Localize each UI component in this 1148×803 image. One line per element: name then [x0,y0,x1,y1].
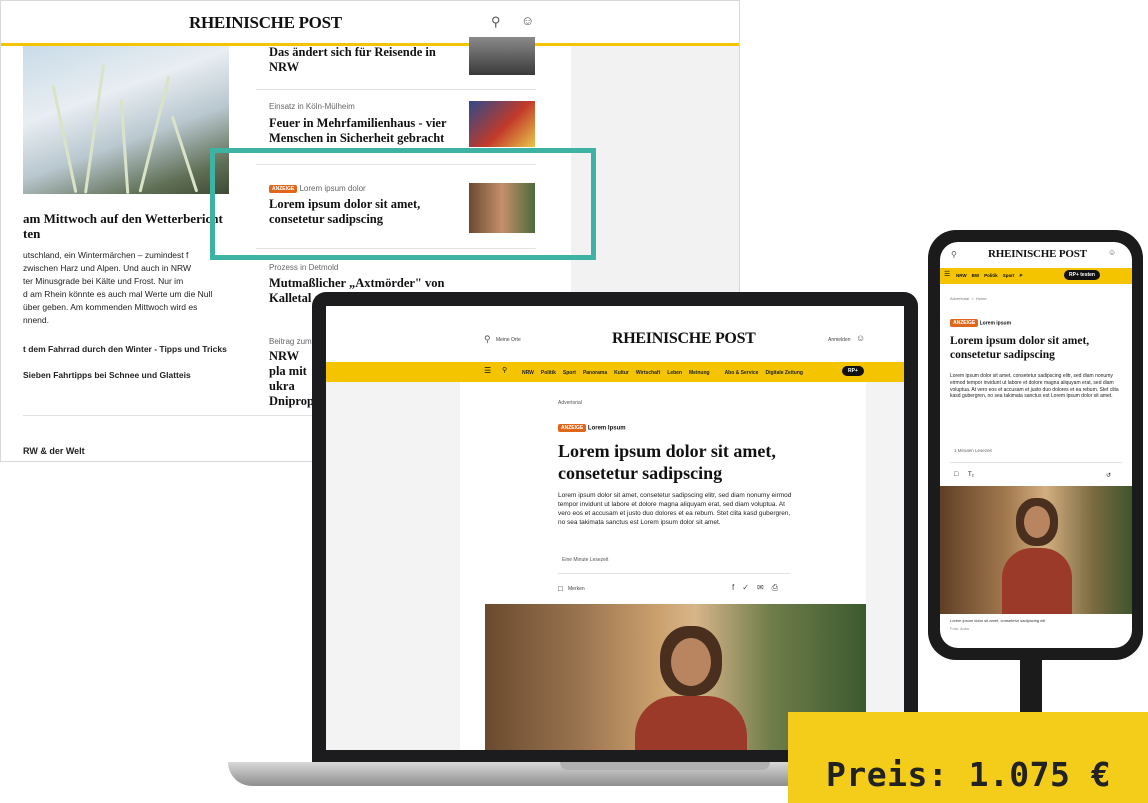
article-kicker-4: Prozess in Detmold [269,263,339,272]
text-size-icon[interactable]: T₂ [968,472,974,478]
mail-icon[interactable]: ✉ [757,583,764,593]
location-pin-icon[interactable]: ⚲ [491,14,501,30]
twitter-icon[interactable]: ✓ [742,583,749,593]
nav-meinung[interactable]: Meinung [689,370,710,376]
related-link-1[interactable]: t dem Fahrrad durch den Winter - Tipps u… [23,343,227,356]
nav-politik[interactable]: Politik [541,370,556,376]
laptop-body: Lorem ipsum dolor sit amet, consetetur s… [558,492,792,526]
article-kicker-5: Beitrag zum [269,337,312,346]
kicker-text: Lorem ipsum [979,320,1012,327]
bookmark-label[interactable]: Merken [568,586,585,592]
nav-panorama[interactable]: Panorama [583,370,607,376]
laptop-headline: Lorem ipsum dolor sit amet, consetetur s… [558,441,776,483]
location-pin-icon[interactable]: ⚲ [484,334,491,345]
article-thumb-2[interactable] [469,101,535,147]
divider [558,573,790,574]
phone-headline: Lorem ipsum dolor sit amet, consetetur s… [950,335,1090,361]
bookmark-icon[interactable]: □ [954,471,958,478]
nav-nrw[interactable]: NRW [522,370,534,376]
phone-body: Lorem ipsum dolor sit amet, consetetur s… [950,373,1119,400]
search-icon[interactable]: ⚲ [502,366,507,374]
anzeige-badge: ANZEIGE [950,319,979,327]
nav-politik[interactable]: Politik [984,273,998,278]
nav-leben[interactable]: Leben [667,370,682,376]
nav-kultur[interactable]: Kultur [614,370,629,376]
price-label: Preis: 1.075 € [826,755,1112,794]
laptop-logo[interactable]: RHEINISCHE POST [612,330,756,348]
lead-article-title[interactable]: am Mittwoch auf den Wetterbericht ten [23,211,233,241]
highlight-frame [210,148,596,260]
article-thumb-1[interactable] [469,37,535,75]
read-time: Eine Minute Lesezeit [562,557,609,563]
image-caption: Lorem ipsum dolor sit amet, consetetur s… [950,618,1046,623]
print-icon[interactable]: ⎙ [772,583,778,593]
article-title-1[interactable]: Das ändert sich für Reisende in NRW [269,45,459,75]
image-credit: Foto: Autor [950,626,970,631]
nav-sport[interactable]: Sport [1003,273,1015,278]
nav-wirtschaft[interactable]: Wirtschaft [636,370,660,376]
user-icon[interactable]: ☺ [856,333,865,343]
nav-nrw[interactable]: NRW [956,273,967,278]
login-link[interactable]: Anmelden [828,337,851,343]
phone-logo[interactable]: RHEINISCHE POST [988,248,1087,260]
article-kicker-2: Einsatz in Köln-Mülheim [269,102,355,111]
lead-article-body: utschland, ein Wintermärchen – zumindest… [23,250,213,325]
phone-read-time: 1 Minuten Lesezeit [954,448,992,453]
laptop-nav-items: NRW Politik Sport Panorama Kultur Wirtsc… [522,370,803,376]
nav-bw[interactable]: BW [972,273,980,278]
phone-article-image [940,486,1132,614]
related-link-2[interactable]: Sieben Fahrtipps bei Schnee und Glatteis [23,369,191,382]
rp-plus-test-button[interactable]: RP+ testen [1064,270,1100,280]
phone-nav-items: NRW BW Politik Sport P [956,273,1022,278]
facebook-icon[interactable]: f [732,583,734,593]
kicker-text: Lorem Ipsum [587,425,626,432]
divider [256,89,536,90]
phone-kicker: ANZEIGE Lorem ipsum [950,319,1011,327]
desktop-header: RHEINISCHE POST ⚲ ☺ [1,1,739,46]
laptop-notch [560,762,770,770]
user-icon[interactable]: ☺ [521,13,534,28]
my-places-link[interactable]: Meine Orte [496,337,521,343]
nav-more[interactable]: P [1019,273,1022,278]
nav-sport[interactable]: Sport [563,370,576,376]
nav-abo-service[interactable]: Abo & Service [725,370,759,376]
share-icons: f ✓ ✉ ⎙ [732,583,778,593]
user-icon[interactable]: ☺ [1108,248,1116,257]
share-icon[interactable]: ↺ [1106,472,1111,479]
frost-grass-image [23,46,229,194]
article-title-5[interactable]: NRW pla mit ukra Dniprop [269,349,314,409]
bookmark-icon[interactable]: □ [558,584,563,593]
location-pin-icon[interactable]: ⚲ [951,250,957,259]
menu-search-icon[interactable]: ☰ [944,270,950,278]
phone-stand [1020,650,1042,720]
breadcrumb[interactable]: Advertorial > Home [950,296,987,301]
laptop-kicker: ANZEIGE Lorem Ipsum [558,424,626,432]
rp-plus-button[interactable]: RP+ [842,366,864,376]
article-title-2[interactable]: Feuer in Mehrfamilienhaus - vier Mensche… [269,116,459,146]
section-heading: RW & der Welt [23,446,85,456]
divider [950,462,1122,463]
anzeige-badge: ANZEIGE [558,424,587,432]
nav-digitale-zeitung[interactable]: Digitale Zeitung [765,370,803,376]
advertorial-label: Advertorial [558,400,582,406]
desktop-logo[interactable]: RHEINISCHE POST [189,13,342,33]
menu-icon[interactable]: ☰ [484,366,491,375]
